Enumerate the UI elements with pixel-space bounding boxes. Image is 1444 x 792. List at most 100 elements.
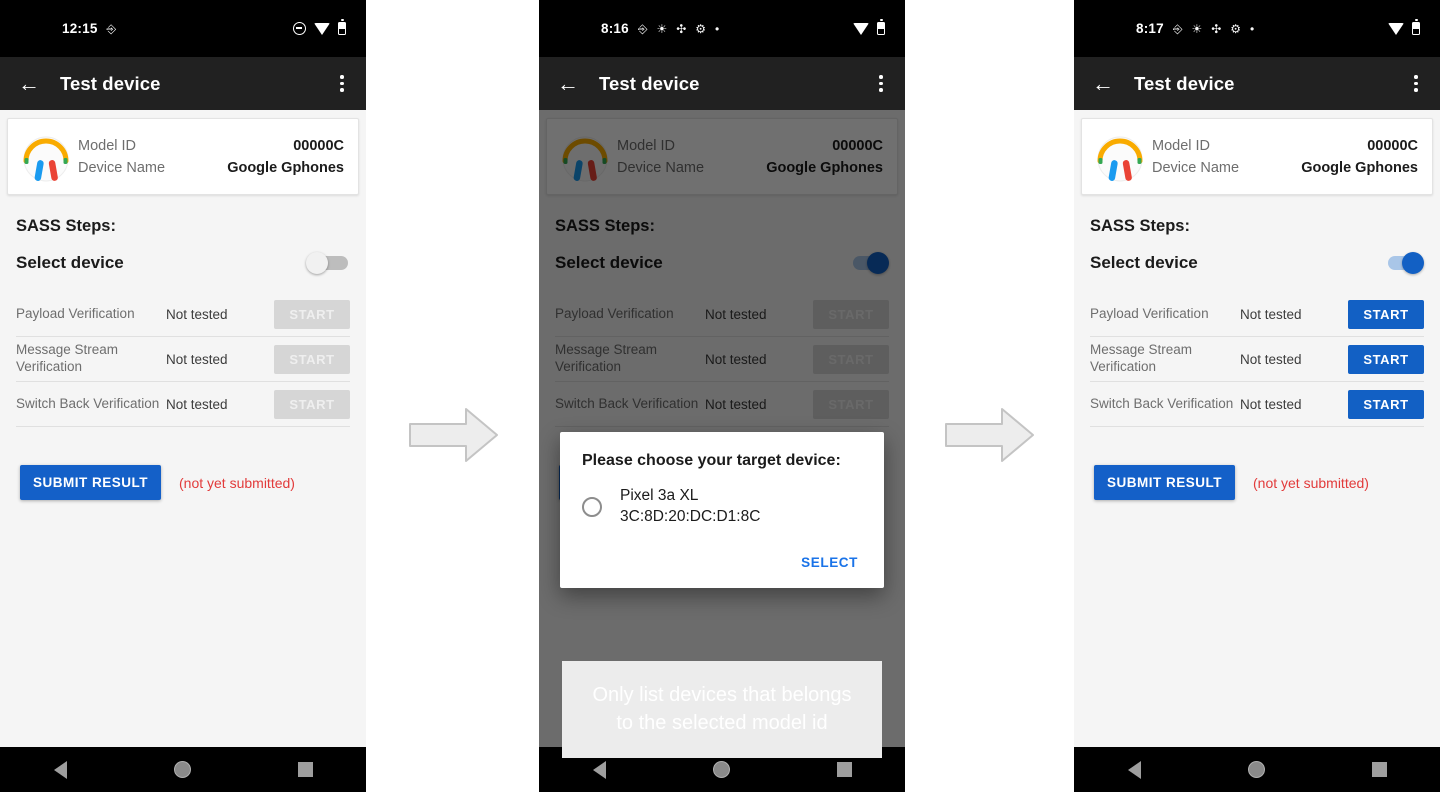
settings-gear-icon: ⚙ [1230,21,1242,36]
back-arrow-icon[interactable]: ← [1088,69,1118,99]
battery-icon [877,19,885,35]
back-arrow-icon[interactable]: ← [553,69,583,99]
device-info-card: Model ID 00000C Device Name Google Gphon… [7,118,359,195]
model-id-value: 00000C [1367,137,1418,154]
status-bar: 12:15 ⎆ [0,0,366,57]
select-device-toggle[interactable] [306,252,350,274]
page-title: Test device [60,72,161,94]
toggle-thumb [306,252,328,274]
page-title: Test device [599,72,700,94]
radio-button-icon[interactable] [582,496,602,517]
table-row: Switch Back Verification Not tested STAR… [1090,382,1424,427]
table-row: Message Stream Verification Not tested S… [16,337,350,382]
screenshot-icon: ⎆ [106,21,117,36]
recents-square-icon[interactable] [297,762,313,777]
test-status: Not tested [1240,306,1302,322]
test-name: Switch Back Verification [1090,395,1234,411]
app-bar: ← Test device [1074,57,1440,110]
screen-initial: 12:15 ⎆ ← Test device Model ID 00000C De… [0,0,366,792]
device-option-mac: 3C:8D:20:DC:D1:8C [620,507,761,525]
navigation-bar [1074,747,1440,792]
status-bar-clock: 8:16 [601,21,629,36]
dnd-icon [293,22,306,35]
test-status: Not tested [1240,396,1302,412]
test-name: Message Stream Verification [1090,342,1193,374]
page-title: Test device [1134,72,1235,94]
dot-icon: • [715,21,720,36]
device-info-card: Model ID 00000C Device Name Google Gphon… [1081,118,1433,195]
home-circle-icon[interactable] [1247,761,1265,778]
select-device-row: Select device [1090,252,1424,274]
screen-device-selected: 8:17 ⎆ ☀ ✣ ⚙ • ← Test device Model ID 00… [1074,0,1440,792]
status-bar-left: 8:17 ⎆ ☀ ✣ ⚙ • [1136,21,1254,36]
screenshot-icon: ⎆ [1172,21,1183,36]
home-circle-icon[interactable] [173,761,191,778]
screen-content: Model ID 00000C Device Name Google Gphon… [0,110,366,747]
start-button[interactable]: START [274,389,350,419]
status-bar-clock: 12:15 [62,21,98,36]
status-bar-right [1388,19,1420,35]
submit-status-note: (not yet submitted) [1253,474,1369,491]
flow-arrow-1 [408,405,500,470]
bluetooth-share-icon: ✣ [676,21,687,36]
start-button[interactable]: START [1348,299,1424,329]
battery-icon [338,19,346,35]
modal-scrim[interactable] [539,110,905,747]
device-info-row: Device Name Google Gphones [78,157,344,179]
home-circle-icon[interactable] [712,761,730,778]
device-name-label: Device Name [1152,159,1240,176]
recents-square-icon[interactable] [1371,762,1387,777]
sass-steps-heading: SASS Steps: [1090,217,1190,235]
back-triangle-icon[interactable] [53,760,67,779]
screen-content: Model ID 00000C Device Name Google Gphon… [539,110,905,758]
device-name-value: Google Gphones [1301,159,1418,176]
app-bar: ← Test device [0,57,366,110]
sass-steps-heading: SASS Steps: [16,217,116,235]
test-name: Payload Verification [16,305,135,321]
table-row: Message Stream Verification Not tested S… [1090,337,1424,382]
submit-result-button[interactable]: SUBMIT RESULT [20,465,161,500]
annotation-note: Only list devices that belongs to the se… [562,661,882,758]
wifi-icon [314,22,330,35]
device-option-text: Pixel 3a XL 3C:8D:20:DC:D1:8C [620,486,760,527]
model-id-label: Model ID [1152,137,1211,154]
battery-icon [1412,19,1420,35]
dialog-title: Please choose your target device: [582,452,841,469]
start-button[interactable]: START [1348,389,1424,419]
submit-row: SUBMIT RESULT (not yet submitted) [20,465,366,500]
device-picker-dialog: Please choose your target device: Pixel … [560,432,884,589]
recents-square-icon[interactable] [836,762,852,777]
status-bar: 8:16 ⎆ ☀ ✣ ⚙ • [539,0,905,57]
select-button[interactable]: SELECT [797,549,862,576]
test-name: Switch Back Verification [16,395,160,411]
navigation-bar [0,747,366,792]
start-button[interactable]: START [1348,344,1424,374]
submit-row: SUBMIT RESULT (not yet submitted) [1094,465,1440,500]
test-status: Not tested [166,396,228,412]
start-button[interactable]: START [274,344,350,374]
table-row: Payload Verification Not tested START [1090,292,1424,337]
status-bar-left: 8:16 ⎆ ☀ ✣ ⚙ • [601,21,719,36]
device-option-row[interactable]: Pixel 3a XL 3C:8D:20:DC:D1:8C [582,486,862,527]
overflow-menu-icon[interactable] [873,69,889,98]
select-device-toggle[interactable] [1380,252,1424,274]
app-bar: ← Test device [539,57,905,110]
table-row: Switch Back Verification Not tested STAR… [16,382,350,427]
overflow-menu-icon[interactable] [1408,69,1424,98]
status-bar-right [293,19,346,35]
back-arrow-icon[interactable]: ← [14,69,44,99]
submit-result-button[interactable]: SUBMIT RESULT [1094,465,1235,500]
start-button[interactable]: START [274,299,350,329]
overflow-menu-icon[interactable] [334,69,350,98]
back-triangle-icon[interactable] [592,760,606,779]
select-device-label: Select device [16,253,124,272]
wifi-icon [853,22,869,35]
flow-diagram-canvas: 12:15 ⎆ ← Test device Model ID 00000C De… [0,0,1444,792]
back-triangle-icon[interactable] [1127,760,1141,779]
device-option-name: Pixel 3a XL [620,487,699,504]
dialog-actions: SELECT [582,549,862,576]
settings-gear-icon: ⚙ [695,21,707,36]
test-status: Not tested [166,351,228,367]
screen-content: Model ID 00000C Device Name Google Gphon… [1074,110,1440,747]
test-name: Message Stream Verification [16,342,119,374]
